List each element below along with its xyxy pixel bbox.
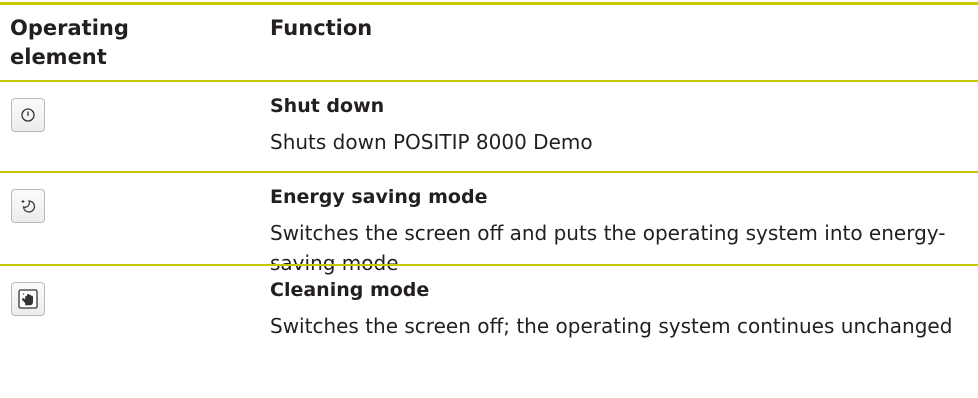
header-element-line: element (10, 45, 107, 69)
row-description: Shuts down POSITIP 8000 Demo (270, 130, 593, 154)
function-table: Operating element Function Shut down Shu… (0, 0, 978, 398)
row-description: Switches the screen off and puts the ope… (270, 221, 946, 275)
table-top-rule (0, 2, 978, 5)
header-rule (0, 80, 978, 82)
row-title: Shut down (270, 95, 385, 117)
header-operating-line: Operating (10, 16, 129, 40)
power-icon (21, 108, 35, 122)
row-description: Switches the screen off; the operating s… (270, 314, 953, 338)
row-title: Cleaning mode (270, 279, 430, 301)
cleaning-mode-button[interactable] (11, 282, 45, 316)
moon-sleep-icon (21, 200, 36, 213)
row-rule (0, 264, 978, 266)
row-rule (0, 171, 978, 173)
shut-down-button[interactable] (11, 98, 45, 132)
cleaning-hand-icon (18, 289, 38, 309)
energy-saving-button[interactable] (11, 189, 45, 223)
header-function: Function (270, 16, 373, 40)
row-title: Energy saving mode (270, 186, 488, 208)
header-operating-element: Operating element (10, 14, 129, 72)
